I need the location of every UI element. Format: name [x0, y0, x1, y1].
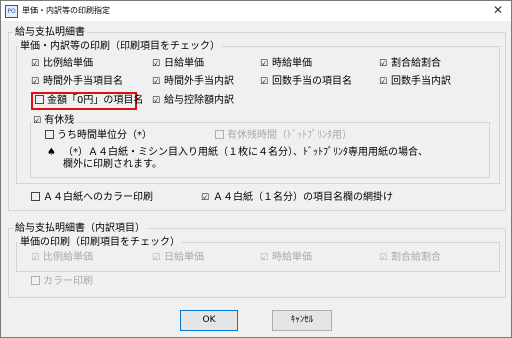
checkbox-empty	[215, 129, 224, 139]
payslip-breakdown-legend: 給与支払明細書（内訳項目）	[13, 222, 147, 235]
checkbox-empty	[45, 129, 54, 139]
checkbox-overtime-item-name[interactable]: ☑ 時間外手当項目名	[31, 75, 123, 89]
checkbox-color-print-a4[interactable]: Ａ４白紙へのカラー印刷	[31, 191, 153, 205]
checkbox-hourly-portion[interactable]: うち時間単位分（*）	[45, 129, 152, 143]
checkbox-mark: ☑	[379, 253, 388, 263]
note-line-2: 欄外に印刷されます。	[63, 159, 162, 170]
checkbox-mark: ☑	[379, 77, 388, 87]
checkbox-empty	[35, 94, 44, 104]
checkbox-mark: ☑	[33, 116, 42, 126]
checkbox-mark: ☑	[260, 59, 269, 69]
unit-print-legend: 単価の印刷（印刷項目をチェック）	[18, 236, 182, 249]
checkbox-mark: ☑	[260, 253, 269, 263]
paid-leave-legend-checkbox[interactable]: ☑ 有休残	[31, 114, 77, 128]
dialog-window: PO 単価・内訳等の印刷指定 ✕ 給与支払明細書 単価・内訳等の印刷（印刷項目を…	[0, 0, 512, 338]
checkbox-mark: ☑	[152, 96, 161, 106]
close-icon[interactable]: ✕	[491, 3, 505, 17]
checkbox-hourly-unit[interactable]: ☑ 時給単価	[260, 57, 312, 71]
checkbox-mark: ☑	[31, 77, 40, 87]
checkbox-mark: ☑	[201, 193, 210, 203]
checkbox-b-color-print[interactable]: カラー印刷	[31, 275, 93, 289]
checkbox-mark: ☑	[31, 253, 40, 263]
checkbox-mark: ☑	[379, 59, 388, 69]
checkbox-zero-yen-item-name[interactable]: 金額「0円」の項目名	[35, 94, 143, 108]
checkbox-remaining-hours-dot[interactable]: 有休残時間（ﾄﾞｯﾄﾌﾟﾘﾝﾀ用）	[215, 129, 352, 143]
ok-button[interactable]: OK	[180, 310, 238, 331]
checkbox-count-allowance-name[interactable]: ☑ 回数手当の項目名	[260, 75, 352, 89]
payslip-group-legend: 給与支払明細書	[13, 26, 87, 39]
app-icon: PO	[5, 5, 18, 18]
checkbox-mark: ☑	[152, 59, 161, 69]
window-title: 単価・内訳等の印刷指定	[22, 6, 110, 15]
checkbox-mark: ☑	[152, 77, 161, 87]
cancel-button[interactable]: ｷｬﾝｾﾙ	[272, 310, 332, 331]
title-bar: PO 単価・内訳等の印刷指定 ✕	[1, 1, 511, 21]
checkbox-item-name-hatching[interactable]: ☑ Ａ４白紙（１名分）の項目名欄の網掛け	[201, 191, 393, 205]
checkbox-mark: ☑	[152, 253, 161, 263]
checkbox-daily-unit[interactable]: ☑ 日給単価	[152, 57, 204, 71]
checkbox-mark: ☑	[31, 59, 40, 69]
checkbox-empty	[31, 275, 40, 285]
checkbox-count-allowance-breakdown[interactable]: ☑ 回数手当内訳	[379, 75, 451, 89]
checkbox-empty	[31, 191, 40, 201]
checkbox-deduction-breakdown[interactable]: ☑ 給与控除額内訳	[152, 94, 234, 108]
checkbox-b-proportional-unit[interactable]: ☑ 比例給単価	[31, 251, 93, 265]
checkbox-overtime-breakdown[interactable]: ☑ 時間外手当内訳	[152, 75, 234, 89]
checkbox-ratio-rate[interactable]: ☑ 割合給割合	[379, 57, 441, 71]
checkbox-proportional-unit[interactable]: ☑ 比例給単価	[31, 57, 93, 71]
unit-price-group-legend: 単価・内訳等の印刷（印刷項目をチェック）	[18, 40, 222, 53]
checkbox-b-hourly-unit[interactable]: ☑ 時給単価	[260, 251, 312, 265]
checkbox-mark: ☑	[260, 77, 269, 87]
spade-icon: ♠	[47, 147, 56, 158]
checkbox-b-daily-unit[interactable]: ☑ 日給単価	[152, 251, 204, 265]
checkbox-b-ratio-rate[interactable]: ☑ 割合給割合	[379, 251, 441, 265]
